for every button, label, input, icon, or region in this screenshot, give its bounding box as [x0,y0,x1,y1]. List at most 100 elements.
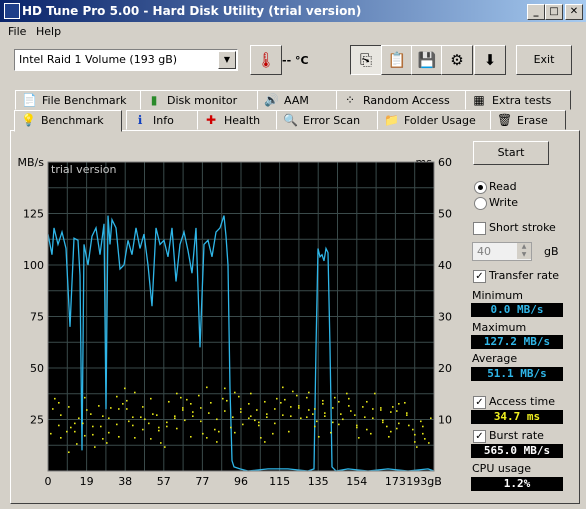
access-time-point [260,437,262,439]
trash-icon: 🗑 [497,113,513,127]
access-time-point [150,438,152,440]
access-time-point [74,430,76,433]
stepper-up-icon[interactable]: ▲ [517,243,531,251]
menu-file[interactable]: File [8,25,26,38]
burst-rate-checkbox[interactable]: ✓ [473,430,486,443]
copy-screenshot-button[interactable]: 📋 [381,45,413,75]
tab-folder-usage[interactable]: 📁 Folder Usage [377,110,491,130]
access-time-point [116,423,118,426]
write-radio[interactable] [474,197,487,210]
y-tick-label-left: 25 [30,414,44,427]
tab-label: Extra tests [492,94,552,107]
drive-select[interactable]: Intel Raid 1 Volume (193 gB) ▼ [14,49,238,71]
access-time-point [182,409,184,411]
access-time-point [290,406,292,408]
stepper-down-icon[interactable]: ▼ [517,251,531,259]
access-time-point [134,391,136,394]
access-time-point [424,438,426,440]
access-time-point [372,417,374,420]
maximum-value: 127.2 MB/s [471,335,563,349]
access-time-point [382,421,384,424]
access-time-point [316,420,318,423]
access-time-point [340,413,342,415]
burst-rate-label: Burst rate [489,429,544,442]
start-button[interactable]: Start [473,141,549,165]
exit-button[interactable]: Exit [516,45,572,75]
options-button[interactable]: ⚙ [441,45,473,75]
access-time-point [338,423,340,426]
tab-disk-monitor[interactable]: ▮ Disk monitor [140,90,258,110]
tab-label: AAM [284,94,309,107]
tab-label: Health [224,114,261,127]
access-time-point [264,400,266,403]
speaker-icon: 🔊 [264,93,279,107]
access-time-point [408,424,410,427]
tab-file-benchmark[interactable]: 📄 File Benchmark [15,90,141,110]
bar-chart-icon: ▮ [150,93,158,107]
cpu-usage-value: 1.2% [471,477,563,491]
menu-help[interactable]: Help [36,25,61,38]
magnifier-icon: 🔍 [283,113,298,127]
access-time-point [76,443,78,445]
access-time-point [92,425,94,428]
access-time-point [284,398,286,401]
access-time-point [248,403,250,405]
info-icon: ℹ [137,113,143,127]
access-time-checkbox[interactable]: ✓ [473,396,486,409]
access-time-point [346,392,348,395]
short-stroke-unit: gB [544,245,559,258]
tab-info[interactable]: ℹ Info [126,110,198,130]
tab-label: Erase [517,114,548,127]
access-time-point [250,415,252,417]
download-button[interactable]: ⬇ [474,45,506,75]
access-time-point [164,446,166,448]
chevron-down-icon[interactable]: ▼ [218,51,236,69]
access-time-point [160,442,162,444]
tab-aam[interactable]: 🔊 AAM [257,90,337,110]
access-time-point [218,430,220,433]
access-time-point [118,408,120,410]
access-time-point [258,421,260,424]
tab-label: File Benchmark [42,94,127,107]
grid-icon: ▦ [473,93,485,107]
menu-bar: File Help [0,22,586,40]
minimize-button[interactable]: _ [527,4,545,20]
y-axis-label-left: MB/s [18,156,45,169]
save-button[interactable]: 💾 [411,45,443,75]
access-time-point [366,428,368,431]
access-time-point [388,435,390,438]
read-radio[interactable] [474,181,487,194]
maximize-button[interactable]: □ [545,4,563,20]
access-time-point [106,442,108,444]
access-time-point [54,397,56,400]
short-stroke-stepper[interactable]: 40 ▲ ▼ [472,242,532,261]
tab-random-access[interactable]: ⁘ Random Access [336,90,466,110]
tab-error-scan[interactable]: 🔍 Error Scan [276,110,378,130]
tab-erase[interactable]: 🗑 Erase [490,110,566,130]
access-time-point [404,401,406,404]
tab-benchmark[interactable]: 💡 Benchmark [14,110,122,132]
access-time-point [364,416,366,419]
access-time-point [200,407,202,409]
thermometer-icon[interactable]: 🌡 [250,45,282,75]
access-time-point [422,432,424,435]
access-time-point [416,446,418,448]
tab-health[interactable]: ✚ Health [197,110,277,130]
access-time-point [306,416,308,419]
x-tick-label: 38 [118,475,132,488]
access-time-point [422,425,424,428]
copy-info-button[interactable]: ⎘ [350,45,382,75]
access-time-point [276,397,278,400]
tab-extra-tests[interactable]: ▦ Extra tests [465,90,571,110]
access-time-point [174,415,176,417]
access-time-point [200,420,202,423]
transfer-rate-checkbox[interactable]: ✓ [473,270,486,283]
access-time-point [116,395,118,398]
access-time-point [240,408,242,410]
access-time-point [224,387,226,390]
floppy-disk-icon: 💾 [417,51,437,69]
short-stroke-checkbox[interactable] [473,222,486,235]
access-time-point [192,415,194,417]
access-time-point [158,426,160,429]
close-button[interactable]: ✕ [565,4,583,20]
